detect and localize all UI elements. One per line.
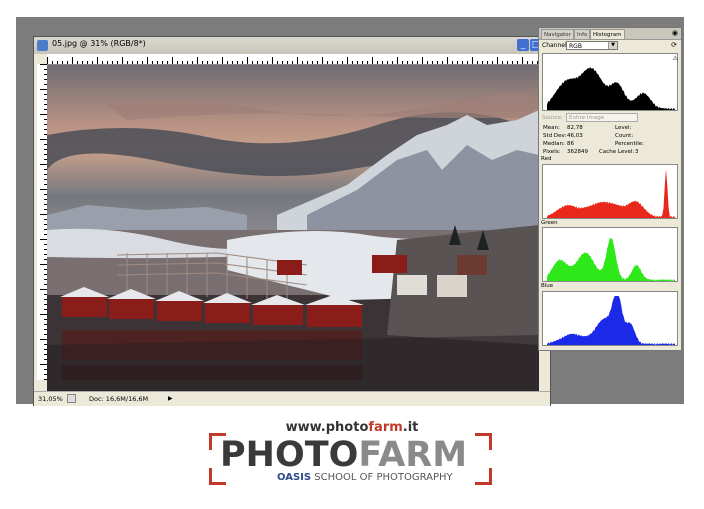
histogram-shape: [547, 169, 675, 218]
image-canvas[interactable]: [47, 65, 539, 393]
channel-select[interactable]: RGB ▼: [566, 41, 618, 50]
cache-level-value: 3: [635, 149, 639, 155]
median-label: Median:: [543, 141, 565, 147]
logo-word-dark: PHOTO: [220, 435, 359, 475]
green-histogram-plot: [547, 238, 675, 281]
red-histogram: [542, 164, 678, 219]
screenshot-area: 05.jpg @ 31% (RGB/8*) _ □ ✕: [16, 17, 684, 406]
composite-histogram-plot: [547, 67, 675, 110]
red-label: Red: [541, 156, 552, 162]
tab-histogram[interactable]: Histogram: [590, 29, 625, 39]
school-label: SCHOOL OF PHOTOGRAPHY: [314, 472, 453, 483]
photoshop-document-icon: [37, 40, 48, 51]
oasis-label: OASIS: [277, 472, 312, 483]
palette-tabs: Navigator Info Histogram ◉: [539, 28, 681, 40]
refresh-icon[interactable]: ⟳: [671, 41, 677, 49]
pixels-value: 362849: [567, 149, 588, 155]
mean-label: Mean:: [543, 125, 560, 131]
tab-navigator[interactable]: Navigator: [541, 29, 574, 39]
source-label: Source:: [542, 115, 563, 121]
document-title-bar[interactable]: 05.jpg @ 31% (RGB/8*) _ □ ✕: [34, 37, 555, 54]
logo-bracket: [475, 468, 492, 485]
channel-value: RGB: [569, 43, 582, 50]
status-menu-arrow-icon[interactable]: ▶: [168, 395, 173, 402]
histogram-shape: [547, 238, 675, 281]
document-title: 05.jpg @ 31% (RGB/8*): [52, 39, 146, 48]
logo-tagline: OASIS SCHOOL OF PHOTOGRAPHY: [277, 472, 453, 483]
median-value: 86: [567, 141, 574, 147]
source-select[interactable]: Entire Image: [566, 113, 638, 122]
palette-menu-icon[interactable]: ◉: [672, 29, 678, 37]
source-value: Entire Image: [569, 115, 605, 121]
photofarm-logo: PHOTOFARM OASIS SCHOOL OF PHOTOGRAPHY: [209, 433, 492, 485]
logo-word-light: FARM: [358, 435, 468, 475]
logo-bracket: [475, 433, 492, 450]
horizontal-ruler[interactable]: [47, 54, 550, 65]
composite-histogram: [542, 53, 678, 111]
mean-value: 82,78: [567, 125, 583, 131]
status-bar: 31,05% Doc: 16,6M/16,6M ▶: [34, 391, 550, 406]
blue-histogram-plot: [547, 296, 675, 345]
green-label: Green: [541, 220, 558, 226]
std-dev-label: Std Dev:: [543, 133, 567, 139]
histogram-palette: Navigator Info Histogram ◉ Channel: RGB …: [538, 27, 682, 351]
percentile-label: Percentile:: [615, 141, 644, 147]
blue-histogram: [542, 291, 678, 346]
std-dev-value: 46,03: [567, 133, 583, 139]
warning-icon[interactable]: ⚠: [673, 55, 678, 62]
blue-label: Blue: [541, 283, 554, 289]
channel-label: Channel:: [542, 42, 569, 49]
chevron-down-icon: ▼: [608, 42, 617, 49]
logo-wordmark: PHOTOFARM: [220, 436, 467, 474]
cache-level-label: Cache Level:: [599, 149, 635, 155]
histogram-shape: [547, 67, 675, 110]
tab-info[interactable]: Info: [574, 29, 591, 39]
level-label: Level:: [615, 125, 632, 131]
zoom-field[interactable]: 31,05%: [38, 395, 63, 403]
green-histogram: [542, 227, 678, 282]
minimize-button[interactable]: _: [517, 39, 529, 51]
histogram-shape: [547, 296, 675, 345]
red-histogram-plot: [547, 169, 675, 218]
status-icon[interactable]: [67, 394, 76, 403]
pixels-label: Pixels:: [543, 149, 561, 155]
doc-size: Doc: 16,6M/16,6M: [89, 395, 149, 403]
document-window: 05.jpg @ 31% (RGB/8*) _ □ ✕: [33, 36, 555, 406]
count-label: Count:: [615, 133, 634, 139]
landscape-photo: [47, 92, 539, 393]
